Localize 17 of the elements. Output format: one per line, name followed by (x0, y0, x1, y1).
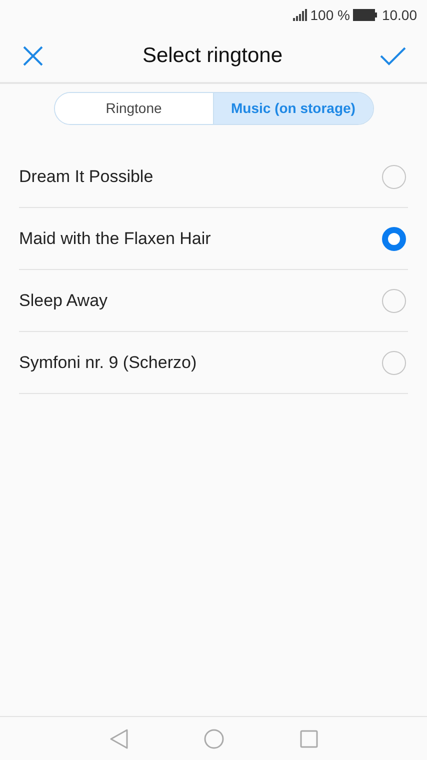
song-title[interactable]: Sleep Away (19, 288, 108, 314)
clock: 10.00 (382, 6, 417, 24)
song-title[interactable]: Maid with the Flaxen Hair (19, 226, 211, 252)
radio-button[interactable] (382, 350, 406, 374)
segment-tab[interactable]: Ringtone (54, 93, 213, 124)
battery-percent: 100 % (310, 6, 350, 24)
radio-button[interactable] (382, 164, 406, 188)
home-icon[interactable] (204, 728, 224, 748)
back-icon[interactable] (110, 728, 128, 748)
signal-icon (293, 9, 308, 21)
radio-button[interactable] (382, 226, 406, 250)
song-title[interactable]: Symfoni nr. 9 (Scherzo) (19, 350, 197, 376)
radio-button[interactable] (382, 288, 406, 312)
screen-title: Select ringtone (142, 43, 283, 70)
recents-icon[interactable] (300, 730, 318, 748)
battery-icon (352, 9, 377, 21)
song-title[interactable]: Dream It Possible (19, 164, 154, 190)
